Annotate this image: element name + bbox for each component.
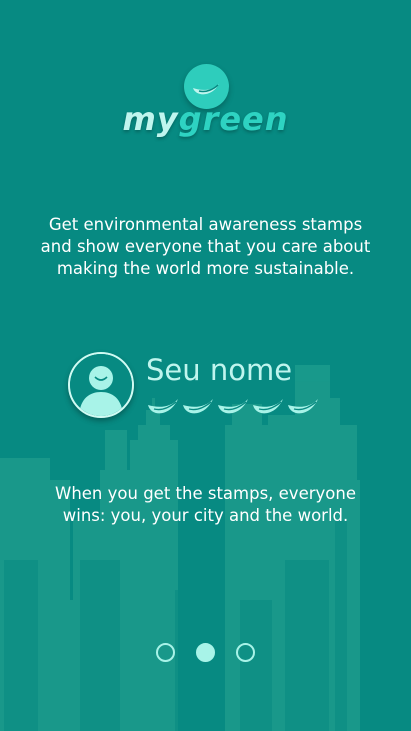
app-logo-wordmark: mygreen — [0, 100, 411, 138]
leaf-stamp-icon — [218, 399, 248, 414]
avatar — [68, 352, 134, 418]
person-icon — [70, 354, 132, 416]
profile-name-label: Seu nome — [146, 353, 293, 387]
outro-description: When you get the stamps, everyone wins: … — [55, 484, 356, 525]
intro-description: Get environmental awareness stamps and s… — [40, 215, 371, 278]
page-indicator — [0, 643, 411, 662]
stamps-row — [146, 395, 320, 417]
page-dot-2-active[interactable] — [196, 643, 215, 662]
leaf-stamp-icon — [288, 399, 318, 414]
logo-my-text: my — [122, 100, 179, 138]
page-dot-3[interactable] — [236, 643, 255, 662]
leaf-stamp-icon — [253, 399, 283, 414]
logo-green-text: green — [178, 100, 289, 138]
leaf-stamp-icon — [183, 399, 213, 414]
leaf-stamp-icon — [148, 399, 178, 414]
page-dot-1[interactable] — [156, 643, 175, 662]
